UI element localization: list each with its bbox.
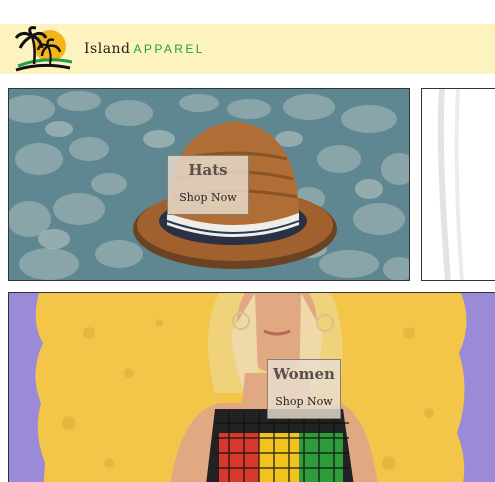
- women-shop-now-link[interactable]: Shop Now: [275, 395, 332, 408]
- hats-overlay-card: Hats Shop Now: [167, 155, 249, 215]
- brand-island-text: Island: [84, 41, 131, 57]
- site-header: Island APPAREL: [0, 24, 495, 74]
- category-tile-hats[interactable]: Hats Shop Now: [8, 88, 410, 281]
- hats-title: Hats: [188, 161, 228, 179]
- brand-apparel-text: APPAREL: [133, 42, 205, 56]
- palm-tree-logo[interactable]: [14, 26, 76, 72]
- brand-wordmark[interactable]: Island APPAREL: [84, 38, 205, 57]
- category-tile-next[interactable]: [421, 88, 495, 281]
- women-title: Women: [273, 365, 335, 383]
- women-overlay-card: Women Shop Now: [267, 359, 341, 419]
- category-tile-women[interactable]: Women Shop Now: [8, 292, 495, 482]
- next-category-image: [422, 89, 495, 280]
- women-hero-image: [9, 293, 495, 482]
- hats-shop-now-link[interactable]: Shop Now: [179, 191, 236, 204]
